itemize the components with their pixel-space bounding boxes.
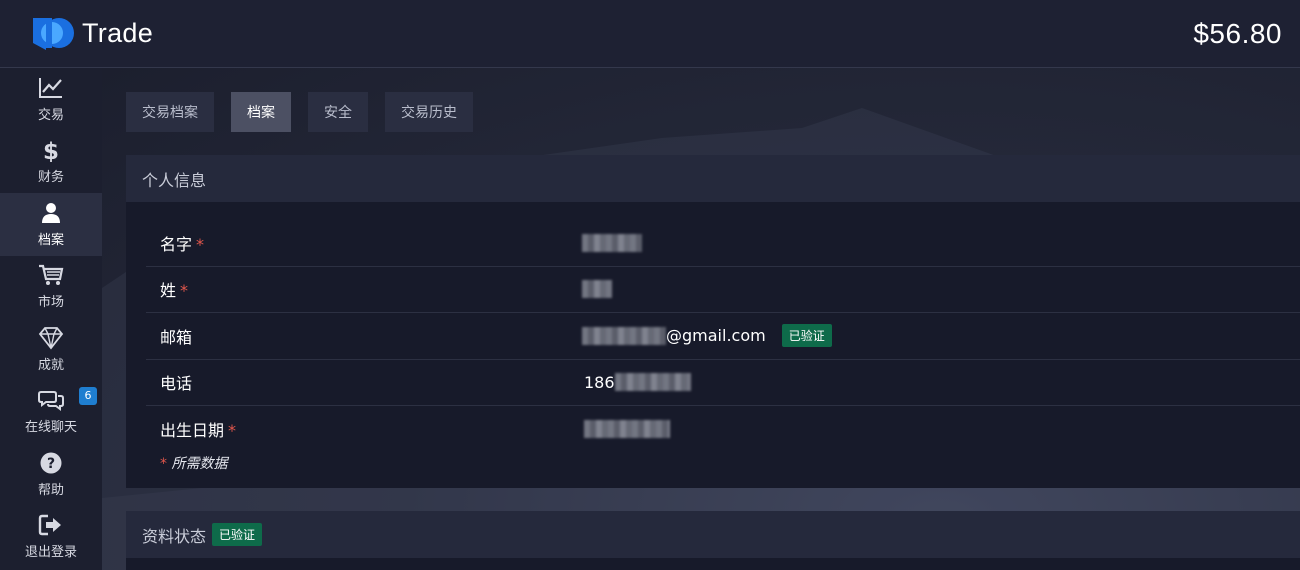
field-label-text: 姓 bbox=[160, 281, 177, 301]
sidebar-item-label: 交易 bbox=[37, 107, 64, 123]
field-label: 名字 * bbox=[160, 231, 204, 255]
sidebar-item-label: 在线聊天 bbox=[24, 420, 77, 436]
cart-icon bbox=[39, 265, 64, 286]
email-value[interactable]: @gmail.com 已验证 bbox=[582, 324, 832, 348]
required-marker: * bbox=[160, 456, 167, 472]
profile-status-header: 资料状态 已验证 bbox=[126, 511, 1300, 558]
first-name-value[interactable] bbox=[582, 233, 642, 252]
last-name-value[interactable] bbox=[582, 280, 612, 299]
sidebar-item-label: 成就 bbox=[37, 357, 64, 373]
sidebar-item-help[interactable]: ? 帮助 bbox=[0, 443, 102, 506]
tab-trading-profile[interactable]: 交易档案 bbox=[126, 92, 214, 132]
svg-text:?: ? bbox=[47, 456, 55, 472]
brand[interactable]: Trade bbox=[32, 17, 153, 51]
top-header: Trade $56.80 bbox=[0, 0, 1300, 68]
redacted-value bbox=[582, 280, 612, 299]
profile-status-panel: 资料状态 已验证 bbox=[126, 511, 1300, 570]
tab-profile[interactable]: 档案 bbox=[231, 92, 291, 132]
birth-date-value[interactable] bbox=[584, 420, 670, 439]
birth-date-row: 出生日期 * bbox=[146, 406, 1300, 453]
email-verified-badge: 已验证 bbox=[781, 324, 832, 348]
required-marker: * bbox=[228, 421, 237, 441]
phone-prefix: 186 bbox=[584, 372, 615, 392]
user-icon bbox=[42, 202, 60, 223]
main-content: 交易档案 档案 安全 交易历史 个人信息 名字 * 姓 * 邮箱 @gmail.… bbox=[102, 68, 1300, 570]
sidebar-item-profile[interactable]: 档案 bbox=[0, 193, 102, 256]
redacted-value bbox=[582, 233, 642, 252]
chat-icon bbox=[38, 391, 64, 412]
phone-row: 电话 186 bbox=[146, 360, 1300, 406]
required-note-text: 所需数据 bbox=[171, 456, 228, 472]
help-icon: ? bbox=[40, 452, 62, 474]
panel-title: 资料状态 bbox=[142, 526, 207, 546]
sidebar: 交易 $ 财务 档案 市场 成就 在线聊天 6 ? 帮助 退出登录 bbox=[0, 68, 102, 570]
svg-text:$: $ bbox=[43, 139, 59, 162]
field-label: 电话 bbox=[160, 374, 193, 394]
sidebar-item-label: 档案 bbox=[37, 232, 64, 248]
sidebar-item-logout[interactable]: 退出登录 bbox=[0, 506, 102, 569]
email-domain: @gmail.com bbox=[666, 326, 766, 346]
chart-icon bbox=[39, 77, 62, 98]
sidebar-item-finance[interactable]: $ 财务 bbox=[0, 131, 102, 194]
required-data-note: * 所需数据 bbox=[160, 453, 227, 473]
last-name-row: 姓 * bbox=[146, 267, 1300, 313]
dollar-icon: $ bbox=[43, 139, 59, 162]
profile-tabs: 交易档案 档案 安全 交易历史 bbox=[126, 92, 473, 132]
sidebar-item-achievements[interactable]: 成就 bbox=[0, 318, 102, 381]
sidebar-item-label: 市场 bbox=[37, 295, 64, 311]
tab-trade-history[interactable]: 交易历史 bbox=[385, 92, 473, 132]
redacted-value bbox=[582, 326, 666, 345]
brand-logo-icon bbox=[32, 17, 76, 51]
redacted-value bbox=[614, 373, 691, 392]
diamond-icon bbox=[38, 326, 64, 350]
sidebar-item-label: 帮助 bbox=[37, 482, 64, 498]
email-row: 邮箱 @gmail.com 已验证 bbox=[146, 313, 1300, 360]
sidebar-item-label: 财务 bbox=[37, 170, 64, 186]
logout-icon bbox=[38, 515, 61, 536]
tab-security[interactable]: 安全 bbox=[308, 92, 368, 132]
brand-name: Trade bbox=[82, 18, 154, 48]
field-label-text: 名字 bbox=[160, 234, 193, 254]
phone-value[interactable]: 186 bbox=[584, 373, 691, 392]
field-label: 姓 * bbox=[160, 277, 188, 301]
redacted-value bbox=[584, 420, 670, 439]
sidebar-item-live-chat[interactable]: 在线聊天 6 bbox=[0, 381, 102, 444]
unread-count-badge: 6 bbox=[79, 386, 97, 405]
field-label-text: 出生日期 bbox=[160, 421, 225, 441]
sidebar-item-label: 退出登录 bbox=[24, 545, 77, 561]
field-label: 出生日期 * bbox=[160, 417, 236, 441]
sidebar-item-trade[interactable]: 交易 bbox=[0, 68, 102, 131]
field-label: 邮箱 bbox=[160, 327, 193, 347]
required-marker: * bbox=[196, 234, 205, 254]
first-name-row: 名字 * bbox=[146, 220, 1300, 267]
panel-title: 个人信息 bbox=[126, 155, 1300, 202]
required-marker: * bbox=[180, 281, 189, 301]
sidebar-item-market[interactable]: 市场 bbox=[0, 256, 102, 319]
personal-info-panel: 个人信息 名字 * 姓 * 邮箱 @gmail.com 已验证 电话 186 出… bbox=[126, 155, 1300, 488]
profile-verified-badge: 已验证 bbox=[212, 523, 263, 546]
account-balance[interactable]: $56.80 bbox=[1193, 18, 1282, 50]
